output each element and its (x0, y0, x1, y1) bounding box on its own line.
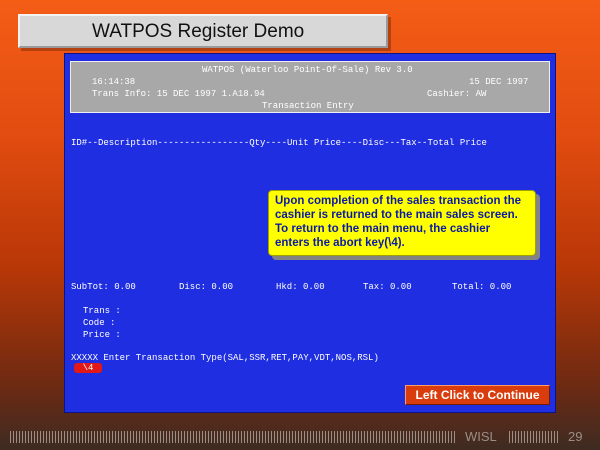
callout-line-3: To return to the main menu, the cashier (275, 223, 491, 235)
header-date: 15 DEC 1997 (469, 77, 529, 87)
discount-total: Disc: 0.00 (179, 282, 234, 292)
clock-time: 16:14:38 (92, 77, 136, 87)
callout-line-2: cashier is returned to the main sales sc… (275, 209, 518, 221)
subtotal: SubTot: 0.00 (71, 282, 136, 292)
trans-info: Trans Info: 15 DEC 1997 1.A18.94 (92, 89, 265, 99)
terminal-header-panel: WATPOS (Waterloo Point-Of-Sale) Rev 3.0 … (70, 61, 550, 113)
grand-total: Total: 0.00 (452, 282, 512, 292)
tax-total: Tax: 0.00 (363, 282, 412, 292)
price-field-label: Price : (83, 330, 121, 340)
screen-title: Transaction Entry (262, 101, 354, 111)
cashier-info: Cashier: AW (427, 89, 487, 99)
footer-stripe-left (10, 431, 455, 443)
footer-label: WISL (465, 429, 497, 444)
continue-button[interactable]: Left Click to Continue (405, 385, 550, 405)
abort-key-input[interactable]: \4 (74, 363, 102, 373)
pos-terminal-screen: WATPOS (Waterloo Point-Of-Sale) Rev 3.0 … (64, 53, 556, 413)
hkd-total: Hkd: 0.00 (276, 282, 325, 292)
transaction-type-prompt: XXXXX Enter Transaction Type(SAL,SSR,RET… (71, 353, 379, 363)
instruction-callout: Upon completion of the sales transaction… (268, 190, 536, 256)
footer-stripe-right (509, 431, 560, 443)
system-title: WATPOS (Waterloo Point-Of-Sale) Rev 3.0 (202, 65, 413, 75)
column-headers: ID#--Description-----------------Qty----… (71, 138, 487, 148)
page-number: 29 (568, 429, 583, 444)
code-field-label: Code : (83, 318, 116, 328)
slide-title-bar: WATPOS Register Demo (18, 14, 388, 48)
trans-field-label: Trans : (83, 306, 121, 316)
callout-line-4: enters the abort key(\4). (275, 237, 405, 249)
callout-line-1: Upon completion of the sales transaction… (275, 195, 522, 207)
slide-title: WATPOS Register Demo (92, 21, 305, 42)
